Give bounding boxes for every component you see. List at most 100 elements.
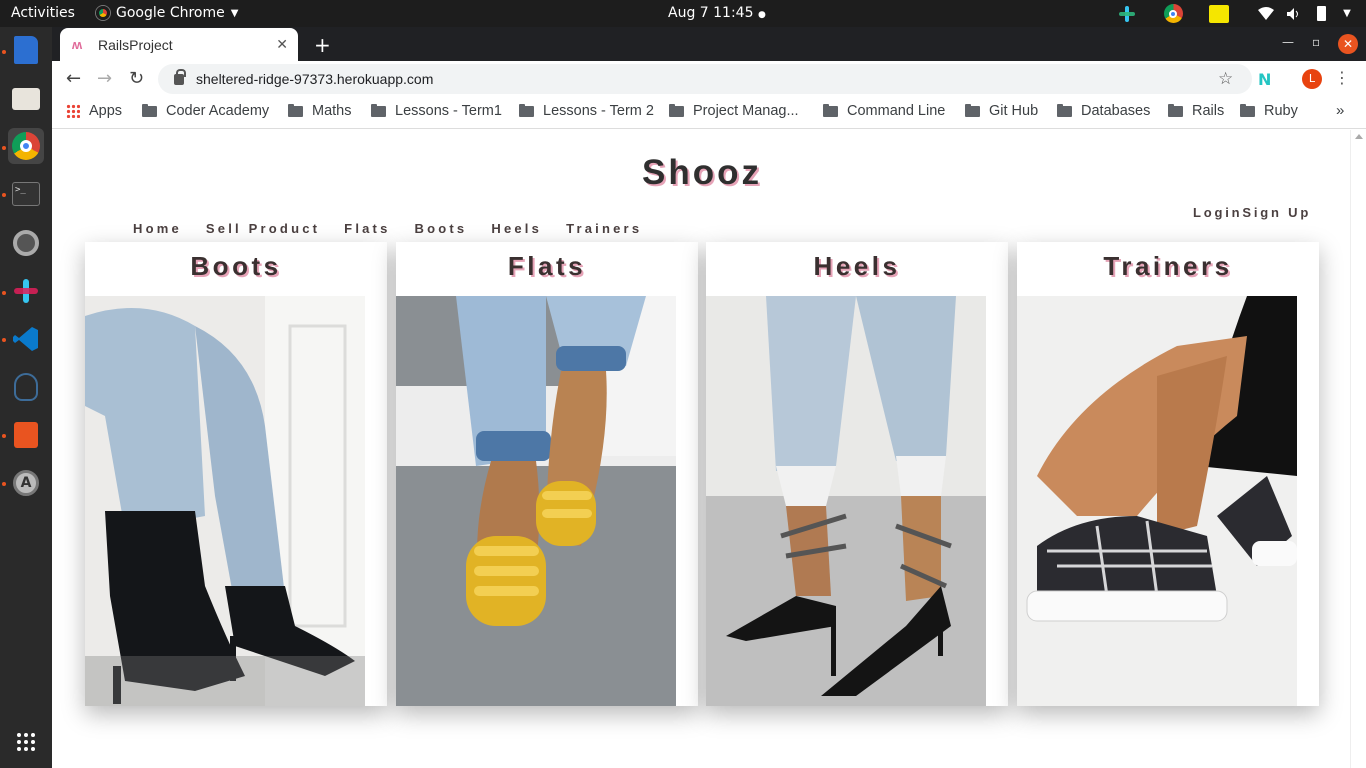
web-page: Shooz Home Sell Product Flats Boots Heel… [52, 130, 1366, 768]
flats-product-image[interactable] [396, 296, 676, 706]
new-tab-button[interactable]: + [314, 33, 331, 57]
close-tab-icon[interactable]: ✕ [276, 36, 288, 53]
bookmark-label: Lessons - Term 2 [543, 103, 654, 119]
category-card-trainers[interactable]: Trainers [1017, 242, 1319, 706]
folder-icon [823, 103, 838, 117]
nav-sell-product[interactable]: Sell Product [206, 221, 320, 236]
nav-trainers[interactable]: Trainers [566, 221, 642, 236]
wifi-icon[interactable] [1256, 4, 1276, 23]
chrome-dock-icon[interactable] [8, 128, 44, 164]
extension-n-icon[interactable]: N [1258, 70, 1271, 89]
show-applications-icon[interactable] [8, 724, 44, 760]
folder-icon [371, 103, 386, 117]
forward-arrow-icon[interactable]: → [97, 68, 112, 89]
favicon-icon: ʍ [72, 36, 83, 52]
bookmarks-bar: Apps Coder Academy Maths Lessons - Term1… [52, 97, 1366, 129]
folder-icon [1240, 103, 1255, 117]
folder-icon [519, 103, 534, 117]
maximize-icon[interactable]: ▫ [1312, 35, 1320, 49]
address-bar[interactable]: sheltered-ridge-97373.herokuapp.com [158, 64, 1252, 94]
software-updater-icon[interactable]: A [8, 465, 44, 501]
kebab-menu-icon[interactable]: ⋮ [1334, 68, 1350, 87]
power-menu-icon[interactable]: ▼ [1338, 4, 1356, 23]
bookmark-folder[interactable]: Maths [288, 103, 352, 119]
tab-railsproject[interactable]: ʍ RailsProject ✕ [60, 28, 298, 61]
volume-icon[interactable] [1284, 4, 1304, 23]
clock[interactable]: Aug 7 11:45 ● [668, 5, 766, 21]
bookmark-label: Ruby [1264, 103, 1298, 119]
app-menu[interactable]: Google Chrome ▼ [96, 5, 238, 21]
category-card-boots[interactable]: Boots [85, 242, 387, 706]
text-editor-icon[interactable] [8, 32, 44, 68]
back-arrow-icon[interactable]: ← [66, 68, 81, 89]
running-indicator [2, 291, 6, 295]
bookmark-star-icon[interactable]: ☆ [1218, 69, 1233, 89]
folder-icon [965, 103, 980, 117]
notes-tray-icon[interactable] [1208, 4, 1230, 23]
vscode-icon[interactable] [8, 321, 44, 357]
running-indicator [2, 434, 6, 438]
login-link[interactable]: Login [1193, 205, 1242, 220]
nav-flats[interactable]: Flats [344, 221, 390, 236]
profile-avatar[interactable]: L [1302, 69, 1322, 89]
window-close-icon[interactable]: ✕ [1338, 34, 1358, 54]
folder-icon [142, 103, 157, 117]
bookmark-label: Maths [312, 103, 352, 119]
bookmark-folder[interactable]: Ruby [1240, 103, 1298, 119]
slack-tray-icon[interactable] [1116, 4, 1138, 23]
signup-link[interactable]: Sign Up [1242, 205, 1311, 220]
auth-links: Login Sign Up [1193, 205, 1311, 220]
chevron-down-icon: ▼ [230, 7, 239, 19]
folder-icon [288, 103, 303, 117]
running-indicator [2, 146, 6, 150]
bookmark-folder[interactable]: Command Line [823, 103, 945, 119]
bookmark-label: Apps [89, 103, 123, 119]
tab-title: RailsProject [98, 36, 173, 53]
settings-icon[interactable] [8, 225, 44, 261]
bookmark-folder[interactable]: Lessons - Term1 [371, 103, 502, 119]
reload-icon[interactable]: ↻ [129, 68, 144, 89]
main-nav: Home Sell Product Flats Boots Heels Trai… [133, 221, 642, 236]
dock: >_ A [0, 27, 52, 768]
bookmark-apps[interactable]: Apps [66, 103, 122, 119]
bookmark-folder[interactable]: Lessons - Term 2 [519, 103, 654, 119]
postgres-icon[interactable] [8, 369, 44, 405]
category-title: Trainers [1103, 251, 1233, 281]
nav-heels[interactable]: Heels [491, 221, 542, 236]
files-icon[interactable] [8, 81, 44, 117]
running-indicator [2, 482, 6, 486]
activities-button[interactable]: Activities [11, 5, 75, 21]
category-card-flats[interactable]: Flats [396, 242, 698, 706]
lock-icon [174, 68, 186, 85]
system-top-bar: Activities Google Chrome ▼ Aug 7 11:45 ●… [0, 0, 1366, 27]
bookmark-label: Rails [1192, 103, 1225, 119]
minimize-icon[interactable]: — [1282, 35, 1294, 49]
trainers-product-image[interactable] [1017, 296, 1297, 706]
folder-icon [669, 103, 684, 117]
category-title: Boots [190, 251, 282, 281]
bookmark-label: Coder Academy [166, 103, 270, 119]
slack-icon[interactable] [8, 273, 44, 309]
bookmark-label: Git Hub [989, 103, 1039, 119]
bookmark-folder[interactable]: Rails [1168, 103, 1224, 119]
bookmark-folder[interactable]: Coder Academy [142, 103, 269, 119]
nav-boots[interactable]: Boots [415, 221, 468, 236]
bookmark-label: Lessons - Term1 [395, 103, 502, 119]
boots-product-image[interactable] [85, 296, 365, 706]
bookmark-folder[interactable]: Project Manag... [669, 103, 799, 119]
heels-product-image[interactable] [706, 296, 986, 706]
bookmark-folder[interactable]: Databases [1057, 103, 1150, 119]
battery-icon[interactable] [1312, 4, 1330, 23]
bookmark-folder[interactable]: Git Hub [965, 103, 1038, 119]
terminal-icon[interactable]: >_ [8, 176, 44, 212]
page-scrollbar[interactable] [1350, 130, 1366, 768]
tab-strip: ʍ RailsProject ✕ + — ▫ ✕ [52, 27, 1366, 61]
chevron-right-double-icon[interactable]: » [1336, 102, 1344, 119]
nav-home[interactable]: Home [133, 221, 182, 236]
scroll-up-arrow-icon[interactable] [1355, 134, 1363, 139]
chrome-tray-icon[interactable] [1162, 4, 1184, 23]
calculator-icon[interactable] [8, 417, 44, 453]
folder-icon [1168, 103, 1183, 117]
bookmark-label: Project Manag... [693, 103, 799, 119]
category-card-heels[interactable]: Heels [706, 242, 1008, 706]
